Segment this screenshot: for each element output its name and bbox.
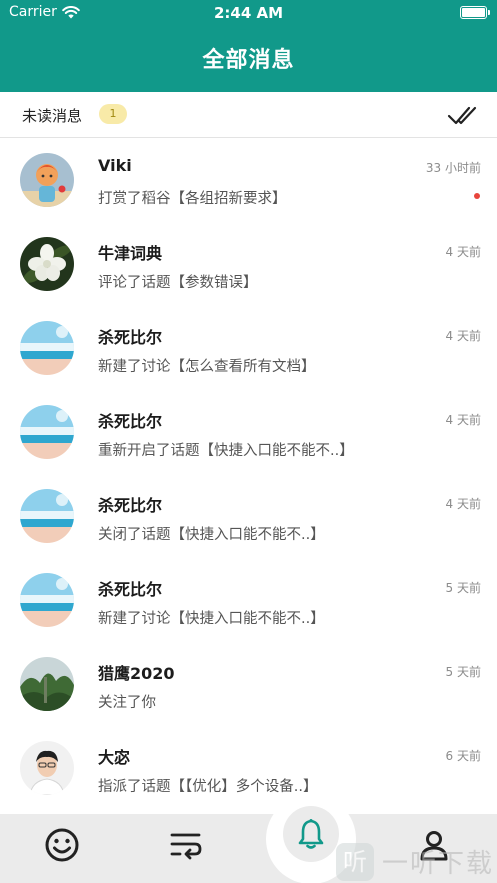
message-row[interactable]: Viki 33 小时前 打赏了稻谷【各组招新要求】 [0, 138, 497, 222]
app-header: Carrier 2:44 AM 全部消息 [0, 0, 497, 92]
battery-icon [460, 6, 490, 19]
message-row[interactable]: 大宓 6 天前 指派了话题【【优化】多个设备..】 [0, 726, 497, 810]
message-list: Viki 33 小时前 打赏了稻谷【各组招新要求】 牛津词典 4 天前 评论了话… [0, 138, 497, 810]
forest-avatar [20, 657, 74, 711]
sender-name: 杀死比尔 [98, 412, 163, 431]
sender-name: 杀死比尔 [98, 496, 163, 515]
filter-bar: 未读消息 1 [0, 92, 497, 138]
unread-filter-label[interactable]: 未读消息 [22, 105, 82, 126]
message-summary: 打赏了稻谷【各组招新要求】 [98, 191, 287, 207]
sender-name: 猎鹰2020 [98, 664, 175, 683]
message-time: 4 天前 [445, 329, 481, 343]
watermark-text: 一听下载 [382, 849, 495, 879]
watermark-logo: 听 [336, 842, 374, 881]
clock: 2:44 AM [213, 4, 284, 22]
unread-dot [474, 193, 480, 199]
message-time: 33 小时前 [425, 161, 481, 175]
sender-name: Viki [98, 156, 132, 175]
status-bar: Carrier 2:44 AM [0, 0, 497, 28]
beach-avatar [20, 573, 74, 627]
beach-avatar [20, 321, 74, 375]
message-time: 4 天前 [445, 245, 481, 259]
message-time: 4 天前 [445, 497, 481, 511]
unread-count-badge: 1 [99, 104, 127, 124]
page-title: 全部消息 [202, 48, 295, 73]
download-site-watermark: 听 一听下载 [336, 840, 497, 883]
smiley-icon [45, 828, 79, 862]
message-row[interactable]: 牛津词典 4 天前 评论了话题【参数错误】 [0, 222, 497, 306]
message-summary: 关注了你 [98, 695, 156, 711]
list-icon [170, 833, 202, 860]
message-row[interactable]: 杀死比尔 4 天前 新建了讨论【怎么查看所有文档】 [0, 306, 497, 390]
message-row[interactable]: 杀死比尔 5 天前 新建了讨论【快捷入口能不能不..】 [0, 558, 497, 642]
message-summary: 新建了讨论【快捷入口能不能不..】 [98, 611, 325, 627]
message-time: 4 天前 [445, 413, 481, 427]
flower-avatar [20, 237, 74, 291]
message-time: 6 天前 [445, 749, 481, 763]
message-summary: 评论了话题【参数错误】 [98, 275, 258, 291]
cartoon-avatar [20, 153, 74, 207]
sender-name: 牛津词典 [98, 244, 163, 263]
message-summary: 关闭了话题【快捷入口能不能不..】 [98, 527, 325, 543]
tab-smiley[interactable] [32, 814, 92, 876]
mark-all-read-icon[interactable] [447, 102, 479, 128]
sender-name: 杀死比尔 [98, 328, 163, 347]
sender-name: 大宓 [98, 748, 131, 767]
message-time: 5 天前 [445, 581, 481, 595]
bell-icon [298, 819, 324, 849]
tab-list[interactable] [156, 814, 216, 876]
message-row[interactable]: 杀死比尔 4 天前 关闭了话题【快捷入口能不能不..】 [0, 474, 497, 558]
portrait-avatar [20, 741, 74, 795]
beach-avatar [20, 405, 74, 459]
sender-name: 杀死比尔 [98, 580, 163, 599]
message-summary: 重新开启了话题【快捷入口能不能不..】 [98, 443, 354, 459]
message-summary: 指派了话题【【优化】多个设备..】 [98, 779, 318, 795]
tab-notifications[interactable] [283, 806, 339, 862]
message-summary: 新建了讨论【怎么查看所有文档】 [98, 359, 316, 375]
message-row[interactable]: 杀死比尔 4 天前 重新开启了话题【快捷入口能不能不..】 [0, 390, 497, 474]
message-time: 5 天前 [445, 665, 481, 679]
message-row[interactable]: 猎鹰2020 5 天前 关注了你 [0, 642, 497, 726]
beach-avatar [20, 489, 74, 543]
